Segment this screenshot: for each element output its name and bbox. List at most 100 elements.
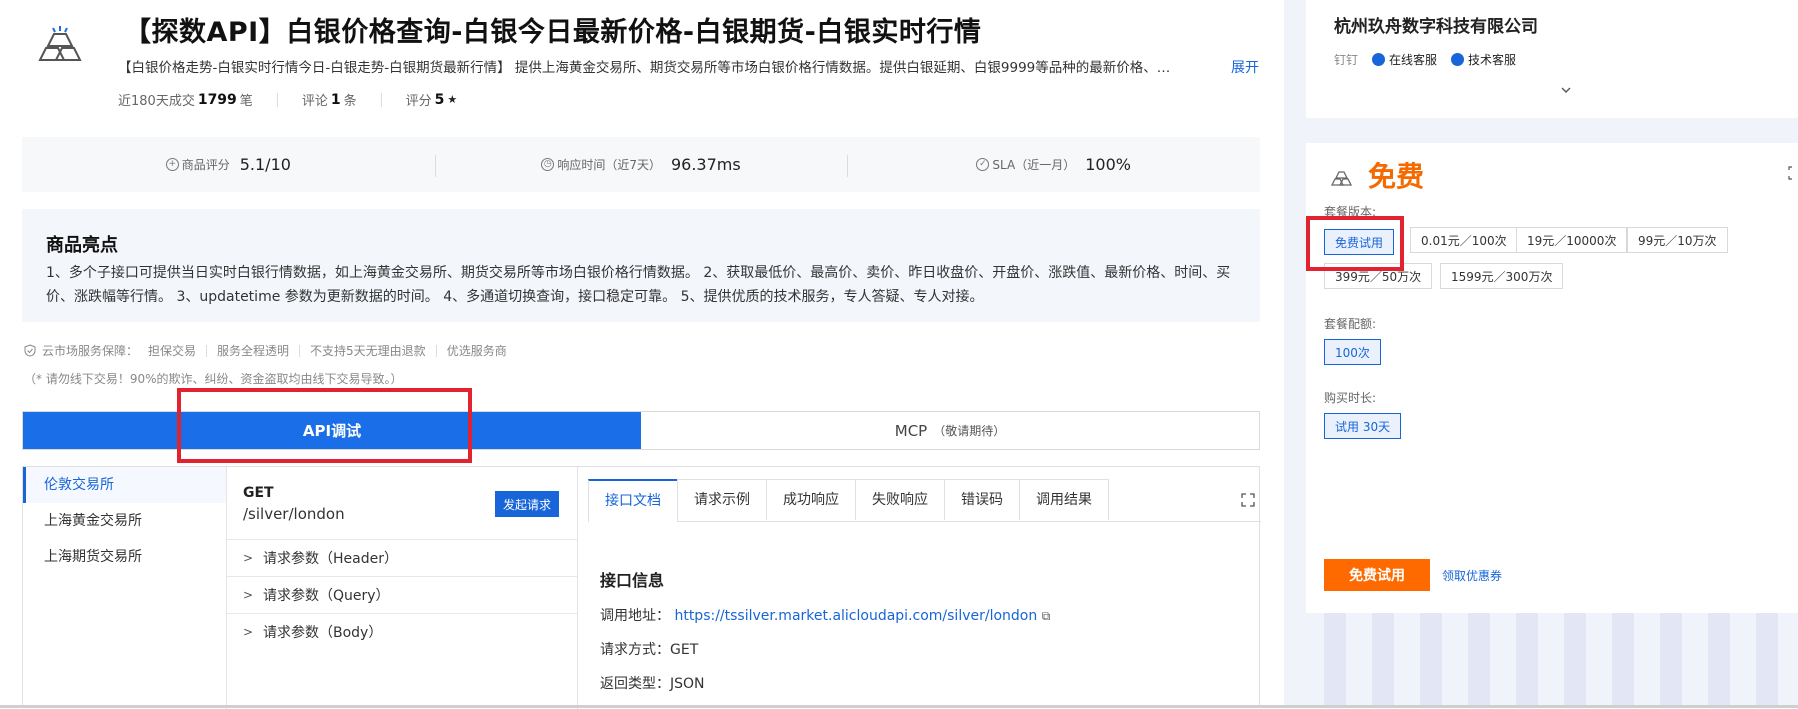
metric-label: 商品评分 <box>181 158 230 172</box>
reviews-unit: 条 <box>343 94 357 109</box>
highlights-text: 1、多个子接口可提供当日实时白银行情数据，如上海黄金交易所、期货交易所等市场白银… <box>46 265 1231 305</box>
divider <box>380 92 382 107</box>
param-body-row[interactable]: > 请求参数（Body） <box>227 613 577 650</box>
free-trial-button[interactable]: 免费试用 <box>1324 559 1430 591</box>
return-type-label: 返回类型： <box>600 676 670 692</box>
check-circle-icon: ✓ <box>976 158 990 171</box>
vendor-contacts: 钉钉 在线客服 技术客服 <box>1334 51 1516 68</box>
product-title: 【探数API】白银价格查询-白银今日最新价格-白银期货-白银实时行情 <box>124 17 982 48</box>
gold-bars-icon <box>38 26 82 61</box>
param-label: 请求参数（Query） <box>263 588 390 604</box>
version-option[interactable]: 0.01元／100次 <box>1410 227 1518 253</box>
vendor-card: 杭州玖舟数字科技有限公司 钉钉 在线客服 技术客服 <box>1306 0 1798 118</box>
plus-circle-icon: + <box>165 158 179 171</box>
gold-bars-icon <box>1330 171 1352 186</box>
exchange-item-london[interactable]: 伦敦交易所 <box>23 467 226 503</box>
product-description: 【白银价格走势-白银实时行情今日-白银走势-白银期货最新行情】 提供上海黄金交易… <box>118 60 1171 76</box>
metric-sla: ✓ SLA（近一月） 100% <box>847 155 1260 177</box>
exchange-list: 伦敦交易所 上海黄金交易所 上海期货交易所 <box>23 467 227 709</box>
metric-value: 96.37ms <box>670 155 741 174</box>
copy-icon[interactable]: ⧉ <box>1042 609 1051 623</box>
vendor-name: 杭州玖舟数字科技有限公司 <box>1334 17 1538 37</box>
call-address-line: 调用地址： https://tssilver.market.alicloudap… <box>600 605 1050 625</box>
tab-success-response[interactable]: 成功响应 <box>766 479 856 520</box>
version-option[interactable]: 19元／10000次 <box>1516 227 1628 253</box>
pricing-card: 免费 套餐版本: 免费试用 0.01元／100次 19元／10000次 99元／… <box>1306 143 1798 613</box>
dingtalk-label: 钉钉 <box>1334 53 1359 67</box>
metric-value: 100% <box>1085 155 1131 174</box>
reviews-count[interactable]: 1 <box>331 92 341 108</box>
version-option[interactable]: 99元／10万次 <box>1627 227 1728 253</box>
get-coupon-link[interactable]: 领取优惠券 <box>1442 567 1502 584</box>
param-label: 请求参数（Body） <box>263 625 383 641</box>
sales-label: 近180天成交 <box>118 94 195 109</box>
guarantee-item: 不支持5天无理由退款 <box>310 344 426 358</box>
rating-value: 5 <box>434 91 445 108</box>
shield-icon <box>24 344 36 357</box>
highlights-title: 商品亮点 <box>46 235 118 256</box>
duration-label: 购买时长: <box>1324 391 1377 405</box>
chevron-down-icon[interactable] <box>1560 84 1572 96</box>
fullscreen-icon[interactable] <box>1241 493 1255 507</box>
chat-icon <box>1372 53 1386 66</box>
online-service-label: 在线客服 <box>1389 53 1438 67</box>
version-option[interactable]: 399元／50万次 <box>1324 263 1433 289</box>
metric-label: 响应时间（近7天） <box>557 158 661 172</box>
tech-service-label: 技术客服 <box>1468 53 1517 67</box>
param-header-row[interactable]: > 请求参数（Header） <box>227 539 577 576</box>
tab-api-doc[interactable]: 接口文档 <box>588 479 678 522</box>
exchange-item-shanghai-futures[interactable]: 上海期货交易所 <box>23 539 226 575</box>
tab-mcp-label: MCP <box>894 421 928 440</box>
main-tabs: API调试 MCP （敬请期待） <box>22 411 1260 450</box>
service-guarantee: 云市场服务保障： 担保交易 服务全程透明 不支持5天无理由退款 优选服务商 <box>24 342 517 359</box>
method-value: GET <box>670 642 699 658</box>
decorative-pattern <box>1324 610 1798 708</box>
rating-label: 评分 <box>405 94 432 109</box>
request-method: GET <box>243 485 274 501</box>
api-debug-panel: 伦敦交易所 上海黄金交易所 上海期货交易所 GET /silver/london… <box>22 466 1261 709</box>
tab-mcp[interactable]: MCP （敬请期待） <box>641 412 1259 449</box>
divider <box>435 344 437 357</box>
offline-trade-warning: （* 请勿线下交易！90%的欺诈、纠纷、资金盗取均由线下交易导致。） <box>24 372 403 386</box>
call-address-link[interactable]: https://tssilver.market.alicloudapi.com/… <box>674 608 1037 624</box>
duration-option[interactable]: 试用 30天 <box>1324 413 1402 439</box>
divider <box>299 344 301 357</box>
param-query-row[interactable]: > 请求参数（Query） <box>227 576 577 613</box>
sales-unit: 笔 <box>239 94 253 109</box>
method-label: 请求方式： <box>600 642 670 658</box>
guarantee-item: 优选服务商 <box>446 344 507 358</box>
tech-service-link[interactable]: 技术客服 <box>1451 51 1516 68</box>
metric-response-time: ◷ 响应时间（近7天） 96.37ms <box>434 155 848 177</box>
metrics-bar: + 商品评分 5.1/10 ◷ 响应时间（近7天） 96.37ms ✓ SLA（… <box>22 137 1260 192</box>
param-label: 请求参数（Header） <box>263 551 398 567</box>
star-icon: ★ <box>447 93 458 106</box>
chat-icon <box>1451 53 1465 66</box>
price-label: 免费 <box>1368 160 1425 193</box>
quota-label: 套餐配额: <box>1324 317 1377 331</box>
highlights-section: 商品亮点 1、多个子接口可提供当日实时白银行情数据，如上海黄金交易所、期货交易所… <box>22 209 1260 322</box>
exchange-item-shanghai-gold[interactable]: 上海黄金交易所 <box>23 503 226 539</box>
chevron-right-icon: > <box>243 625 254 639</box>
clock-icon: ◷ <box>541 158 555 171</box>
quota-option[interactable]: 100次 <box>1324 339 1381 365</box>
expand-description-link[interactable]: 展开 <box>1231 57 1259 77</box>
request-method-line: 请求方式：GET <box>600 639 698 659</box>
doc-panel: 接口文档 请求示例 成功响应 失败响应 错误码 调用结果 接口信息 调用地址： … <box>588 479 1261 709</box>
product-stats: 近180天成交 1799 笔 评论 1 条 评分 5 ★ <box>118 90 458 110</box>
metric-label: SLA（近一月） <box>992 158 1076 172</box>
doc-heading: 接口信息 <box>600 571 665 590</box>
send-request-button[interactable]: 发起请求 <box>495 491 559 517</box>
expand-icon[interactable] <box>1788 166 1798 180</box>
metric-value: 5.1/10 <box>239 155 291 174</box>
guarantee-item: 担保交易 <box>148 344 197 358</box>
tab-call-result[interactable]: 调用结果 <box>1019 479 1109 520</box>
version-option[interactable]: 免费试用 <box>1324 229 1395 255</box>
tab-failure-response[interactable]: 失败响应 <box>855 479 945 520</box>
request-panel: GET /silver/london 发起请求 > 请求参数（Header） >… <box>227 467 578 709</box>
tab-request-example[interactable]: 请求示例 <box>677 479 767 520</box>
reviews-label: 评论 <box>301 94 328 109</box>
tab-api-debug[interactable]: API调试 <box>23 412 641 449</box>
tab-error-codes[interactable]: 错误码 <box>944 479 1020 520</box>
version-option[interactable]: 1599元／300万次 <box>1440 263 1564 289</box>
online-service-link[interactable]: 在线客服 <box>1372 51 1437 68</box>
